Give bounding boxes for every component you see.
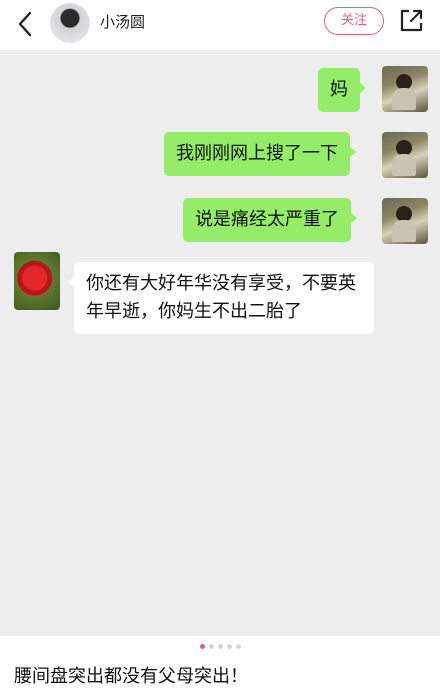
message-bubble-sent: 说是痛经太严重了 [183,198,357,242]
sender-avatar [382,132,428,178]
pager-dot[interactable] [226,644,232,649]
back-icon[interactable] [10,8,42,40]
post-caption: 腰间盘突出都没有父母突出！ [14,666,248,687]
author-name[interactable]: 小汤圆 [100,11,145,32]
author-avatar[interactable] [50,3,90,43]
pager-dot[interactable] [235,644,241,649]
message-bubble-sent: 妈 [318,68,366,112]
share-external-icon[interactable] [398,8,424,34]
post-header: 小汤圆 关注 [0,0,440,48]
chat-screenshot: 妈 我刚刚网上搜了一下 说是痛经太严重了 你还有大好年华没有享受，不要英年早逝，… [0,50,440,636]
sender-avatar [382,198,428,244]
sender-avatar [382,66,428,112]
pager-dot[interactable] [208,644,214,649]
pager-dot[interactable] [217,644,223,649]
pager-dot-active[interactable] [199,644,205,649]
message-bubble-sent: 我刚刚网上搜了一下 [164,132,356,176]
receiver-avatar [14,252,60,310]
message-bubble-received: 你还有大好年华没有享受，不要英年早逝，你妈生不出二胎了 [68,262,374,334]
follow-button[interactable]: 关注 [324,7,384,35]
image-pager [0,644,440,652]
